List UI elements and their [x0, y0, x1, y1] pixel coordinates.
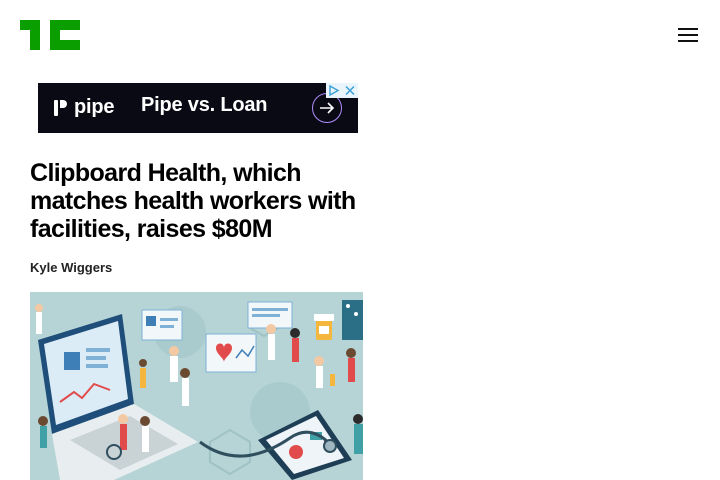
healthcare-illustration — [30, 292, 363, 480]
article-hero-image[interactable] — [30, 292, 363, 480]
ad-brand-text: pipe — [74, 96, 115, 118]
ad-headline: Pipe vs. Loan — [141, 94, 268, 116]
pipe-logo-icon — [54, 99, 67, 116]
top-bar — [0, 0, 720, 70]
advertisement-banner[interactable]: pipe Pipe vs. Loan — [38, 83, 358, 133]
hamburger-menu-icon[interactable] — [676, 26, 700, 46]
ad-brand: pipe — [54, 96, 115, 119]
article-author[interactable]: Kyle Wiggers — [30, 260, 112, 275]
adchoices-icon[interactable] — [326, 83, 342, 98]
article-title[interactable]: Clipboard Health, which matches health w… — [30, 159, 370, 243]
close-icon[interactable] — [342, 83, 358, 98]
techcrunch-logo[interactable] — [20, 20, 80, 50]
